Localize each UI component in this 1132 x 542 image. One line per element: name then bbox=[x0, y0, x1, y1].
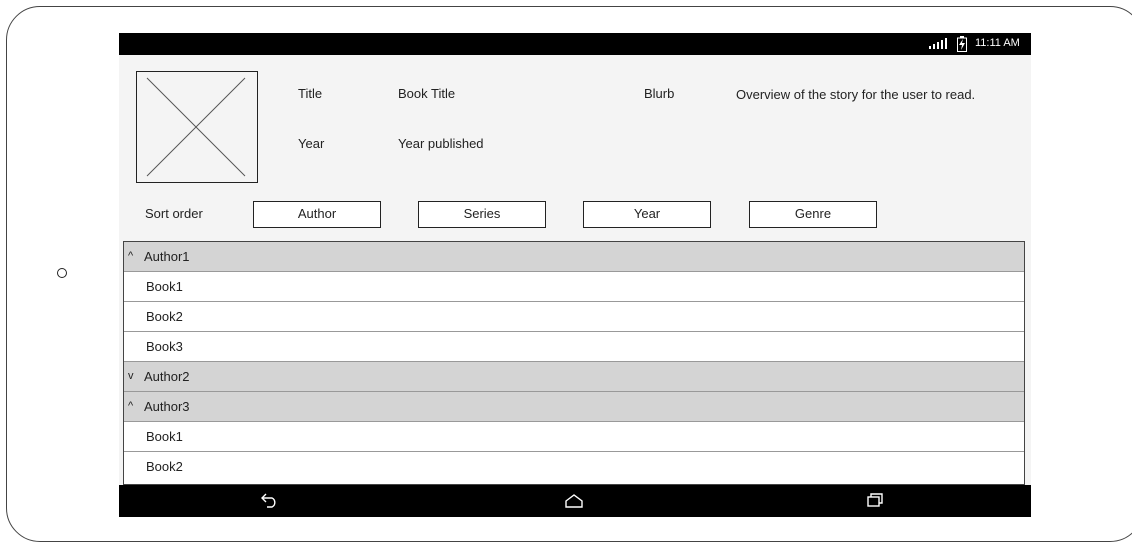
status-bar: 11:11 AM bbox=[119, 33, 1031, 55]
back-icon[interactable] bbox=[261, 492, 279, 513]
book-list: ^ Author1 Book1 Book2 Book3 v Author2 ^ … bbox=[123, 241, 1025, 485]
signal-icon bbox=[929, 37, 955, 52]
sort-order-label: Sort order bbox=[145, 206, 203, 221]
book-row[interactable]: Book2 bbox=[124, 302, 1024, 332]
app-screen: 11:11 AM Title Book Title Year Year publ… bbox=[119, 33, 1031, 517]
chevron-up-icon: ^ bbox=[128, 400, 134, 412]
book-row[interactable]: Book1 bbox=[124, 422, 1024, 452]
book-name: Book2 bbox=[146, 459, 183, 474]
recents-icon[interactable] bbox=[867, 493, 883, 512]
book-row[interactable]: Book2 bbox=[124, 452, 1024, 482]
image-placeholder-icon bbox=[146, 77, 246, 177]
author-group-row[interactable]: ^ Author1 bbox=[124, 242, 1024, 272]
author-group-row[interactable]: ^ Author3 bbox=[124, 392, 1024, 422]
book-name: Book2 bbox=[146, 309, 183, 324]
sort-genre-button[interactable]: Genre bbox=[749, 201, 877, 228]
blurb-label: Blurb bbox=[644, 86, 675, 101]
home-icon[interactable] bbox=[564, 493, 584, 514]
clock: 11:11 AM bbox=[975, 37, 1020, 49]
title-value: Book Title bbox=[398, 86, 456, 101]
book-row[interactable]: Book1 bbox=[124, 272, 1024, 302]
sort-year-button[interactable]: Year bbox=[583, 201, 711, 228]
author-name: Author1 bbox=[144, 249, 190, 264]
camera-icon bbox=[57, 268, 67, 278]
book-row[interactable]: Book3 bbox=[124, 332, 1024, 362]
book-name: Book1 bbox=[146, 429, 183, 444]
blurb-value: Overview of the story for the user to re… bbox=[736, 87, 976, 102]
author-group-row[interactable]: v Author2 bbox=[124, 362, 1024, 392]
author-name: Author3 bbox=[144, 399, 190, 414]
sort-series-button[interactable]: Series bbox=[418, 201, 546, 228]
sort-author-button[interactable]: Author bbox=[253, 201, 381, 228]
navigation-bar bbox=[119, 485, 1031, 517]
year-value: Year published bbox=[398, 136, 484, 151]
book-name: Book1 bbox=[146, 279, 183, 294]
title-label: Title bbox=[298, 86, 323, 101]
year-label: Year bbox=[298, 136, 325, 151]
author-name: Author2 bbox=[144, 369, 190, 384]
chevron-down-icon: v bbox=[128, 370, 134, 382]
book-name: Book3 bbox=[146, 339, 183, 354]
book-cover-image bbox=[136, 71, 258, 183]
chevron-up-icon: ^ bbox=[128, 250, 134, 262]
battery-charging-icon bbox=[957, 36, 967, 55]
